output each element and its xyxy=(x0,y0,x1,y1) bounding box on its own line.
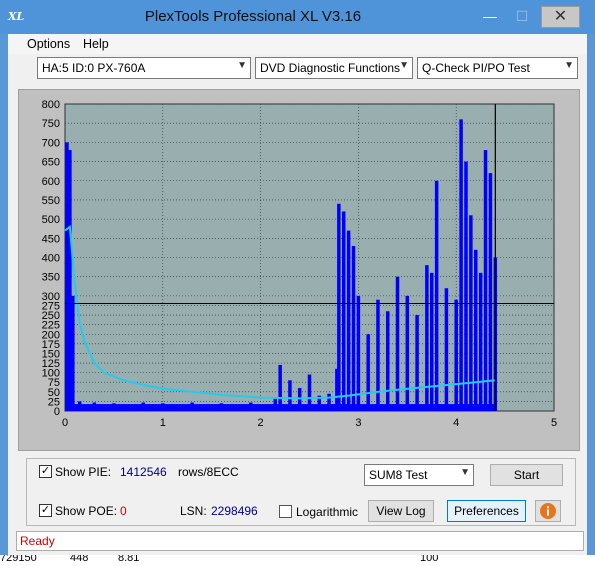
minimize-button[interactable]: — xyxy=(476,6,504,28)
logarithmic-checkbox[interactable] xyxy=(279,505,292,518)
y-tick-label: 300 xyxy=(42,291,60,303)
menu-options[interactable]: Options xyxy=(27,37,70,51)
y-tick-label: 550 xyxy=(42,195,60,207)
app-window: XL PlexTools Professional XL V3.16 — ☐ ✕… xyxy=(0,0,595,566)
y-tick-label: 650 xyxy=(42,157,60,169)
background-text: 448 xyxy=(70,555,89,564)
pie-bar xyxy=(474,249,478,411)
window-title: PlexTools Professional XL V3.16 xyxy=(144,8,362,25)
title-bar[interactable]: XL PlexTools Professional XL V3.16 — ☐ ✕ xyxy=(0,0,595,34)
pie-bar xyxy=(459,119,463,411)
x-tick-label: 2 xyxy=(258,417,264,429)
menu-bar: Options Help xyxy=(8,34,587,54)
info-button[interactable] xyxy=(535,500,561,522)
y-tick-label: 700 xyxy=(42,137,60,149)
background-text: 100 xyxy=(420,555,439,564)
chevron-down-icon: ▼ xyxy=(564,60,574,71)
preferences-button[interactable]: Preferences xyxy=(447,500,526,522)
sum-test-select[interactable]: SUM8 Test ▼ xyxy=(364,464,474,486)
pie-bar xyxy=(376,299,380,411)
pie-bar xyxy=(454,299,458,411)
start-button[interactable]: Start xyxy=(490,464,563,486)
background-text: 8.81 xyxy=(118,555,140,564)
pie-bar xyxy=(444,288,449,411)
pie-bar xyxy=(478,272,483,411)
pie-bar xyxy=(425,265,429,411)
menu-help[interactable]: Help xyxy=(83,37,109,51)
chevron-down-icon: ▼ xyxy=(460,467,470,478)
pipo-chart: 0255075100125150175200225250275300350400… xyxy=(42,99,557,429)
pie-bar xyxy=(351,245,356,411)
info-icon xyxy=(540,503,556,519)
pie-bar xyxy=(71,295,75,411)
show-poe-checkbox[interactable]: ✓ xyxy=(39,504,52,517)
show-pie-checkbox[interactable]: ✓ xyxy=(39,465,52,478)
drive-select[interactable]: HA:5 ID:0 PX-760A ▼ xyxy=(37,57,251,79)
view-log-button[interactable]: View Log xyxy=(368,500,434,522)
pie-bar xyxy=(385,311,390,411)
pie-bar xyxy=(434,180,439,411)
pie-bar xyxy=(430,272,434,411)
pie-bar xyxy=(464,161,468,411)
x-tick-label: 1 xyxy=(160,417,166,429)
show-poe-label: Show POE: xyxy=(55,504,118,518)
y-tick-label: 400 xyxy=(42,253,60,265)
background-text: 729150 xyxy=(0,555,37,564)
pie-bar xyxy=(346,230,351,411)
y-tick-label: 600 xyxy=(42,176,60,188)
y-tick-label: 750 xyxy=(42,118,60,130)
pie-value: 1412546 xyxy=(120,465,167,479)
drive-select-value: HA:5 ID:0 PX-760A xyxy=(42,61,146,75)
chart-panel: 0 25 50 75 100 125 150 175 200 225 250 275 300 350 400… xyxy=(18,89,580,451)
poe-value: 0 xyxy=(120,504,127,518)
background-window-strip: 729150 448 8.81 100 xyxy=(0,555,595,566)
pie-baseline-bars xyxy=(69,404,496,411)
pie-bar xyxy=(337,203,341,411)
lsn-label: LSN: xyxy=(180,504,207,518)
logarithmic-label: Logarithmic xyxy=(296,505,359,519)
chevron-down-icon: ▼ xyxy=(237,60,247,71)
pie-bar xyxy=(341,211,346,411)
test-select[interactable]: Q-Check PI/PO Test ▼ xyxy=(417,57,578,79)
client-area: Options Help HA:5 ID:0 PX-760A ▼ DVD Dia… xyxy=(8,34,587,555)
status-text: Ready xyxy=(20,534,55,548)
y-tick-label: 450 xyxy=(42,233,60,245)
status-bar: Ready xyxy=(16,531,584,551)
test-select-value: Q-Check PI/PO Test xyxy=(422,61,530,75)
lsn-value: 2298496 xyxy=(211,504,258,518)
x-tick-label: 4 xyxy=(453,417,459,429)
sum-test-select-value: SUM8 Test xyxy=(369,468,428,482)
x-tick-label: 3 xyxy=(355,417,361,429)
pie-bar xyxy=(483,150,488,412)
maximize-button[interactable]: ☐ xyxy=(508,6,536,28)
y-tick-label: 800 xyxy=(42,99,60,111)
pie-unit-label: rows/8ECC xyxy=(178,465,239,479)
y-tick-label: 350 xyxy=(42,272,60,284)
close-button[interactable]: ✕ xyxy=(541,6,580,28)
pie-bar xyxy=(488,173,493,411)
pie-bar xyxy=(415,315,419,411)
function-select-value: DVD Diagnostic Functions xyxy=(260,61,401,75)
pie-bar xyxy=(366,334,370,411)
chevron-down-icon: ▼ xyxy=(399,60,409,71)
y-tick-label: 500 xyxy=(42,214,60,226)
x-tick-label: 5 xyxy=(551,417,557,429)
pie-bar xyxy=(405,295,410,411)
function-select[interactable]: DVD Diagnostic Functions ▼ xyxy=(255,57,413,79)
x-tick-label: 0 xyxy=(62,417,68,429)
show-pie-label: Show PIE: xyxy=(55,465,112,479)
